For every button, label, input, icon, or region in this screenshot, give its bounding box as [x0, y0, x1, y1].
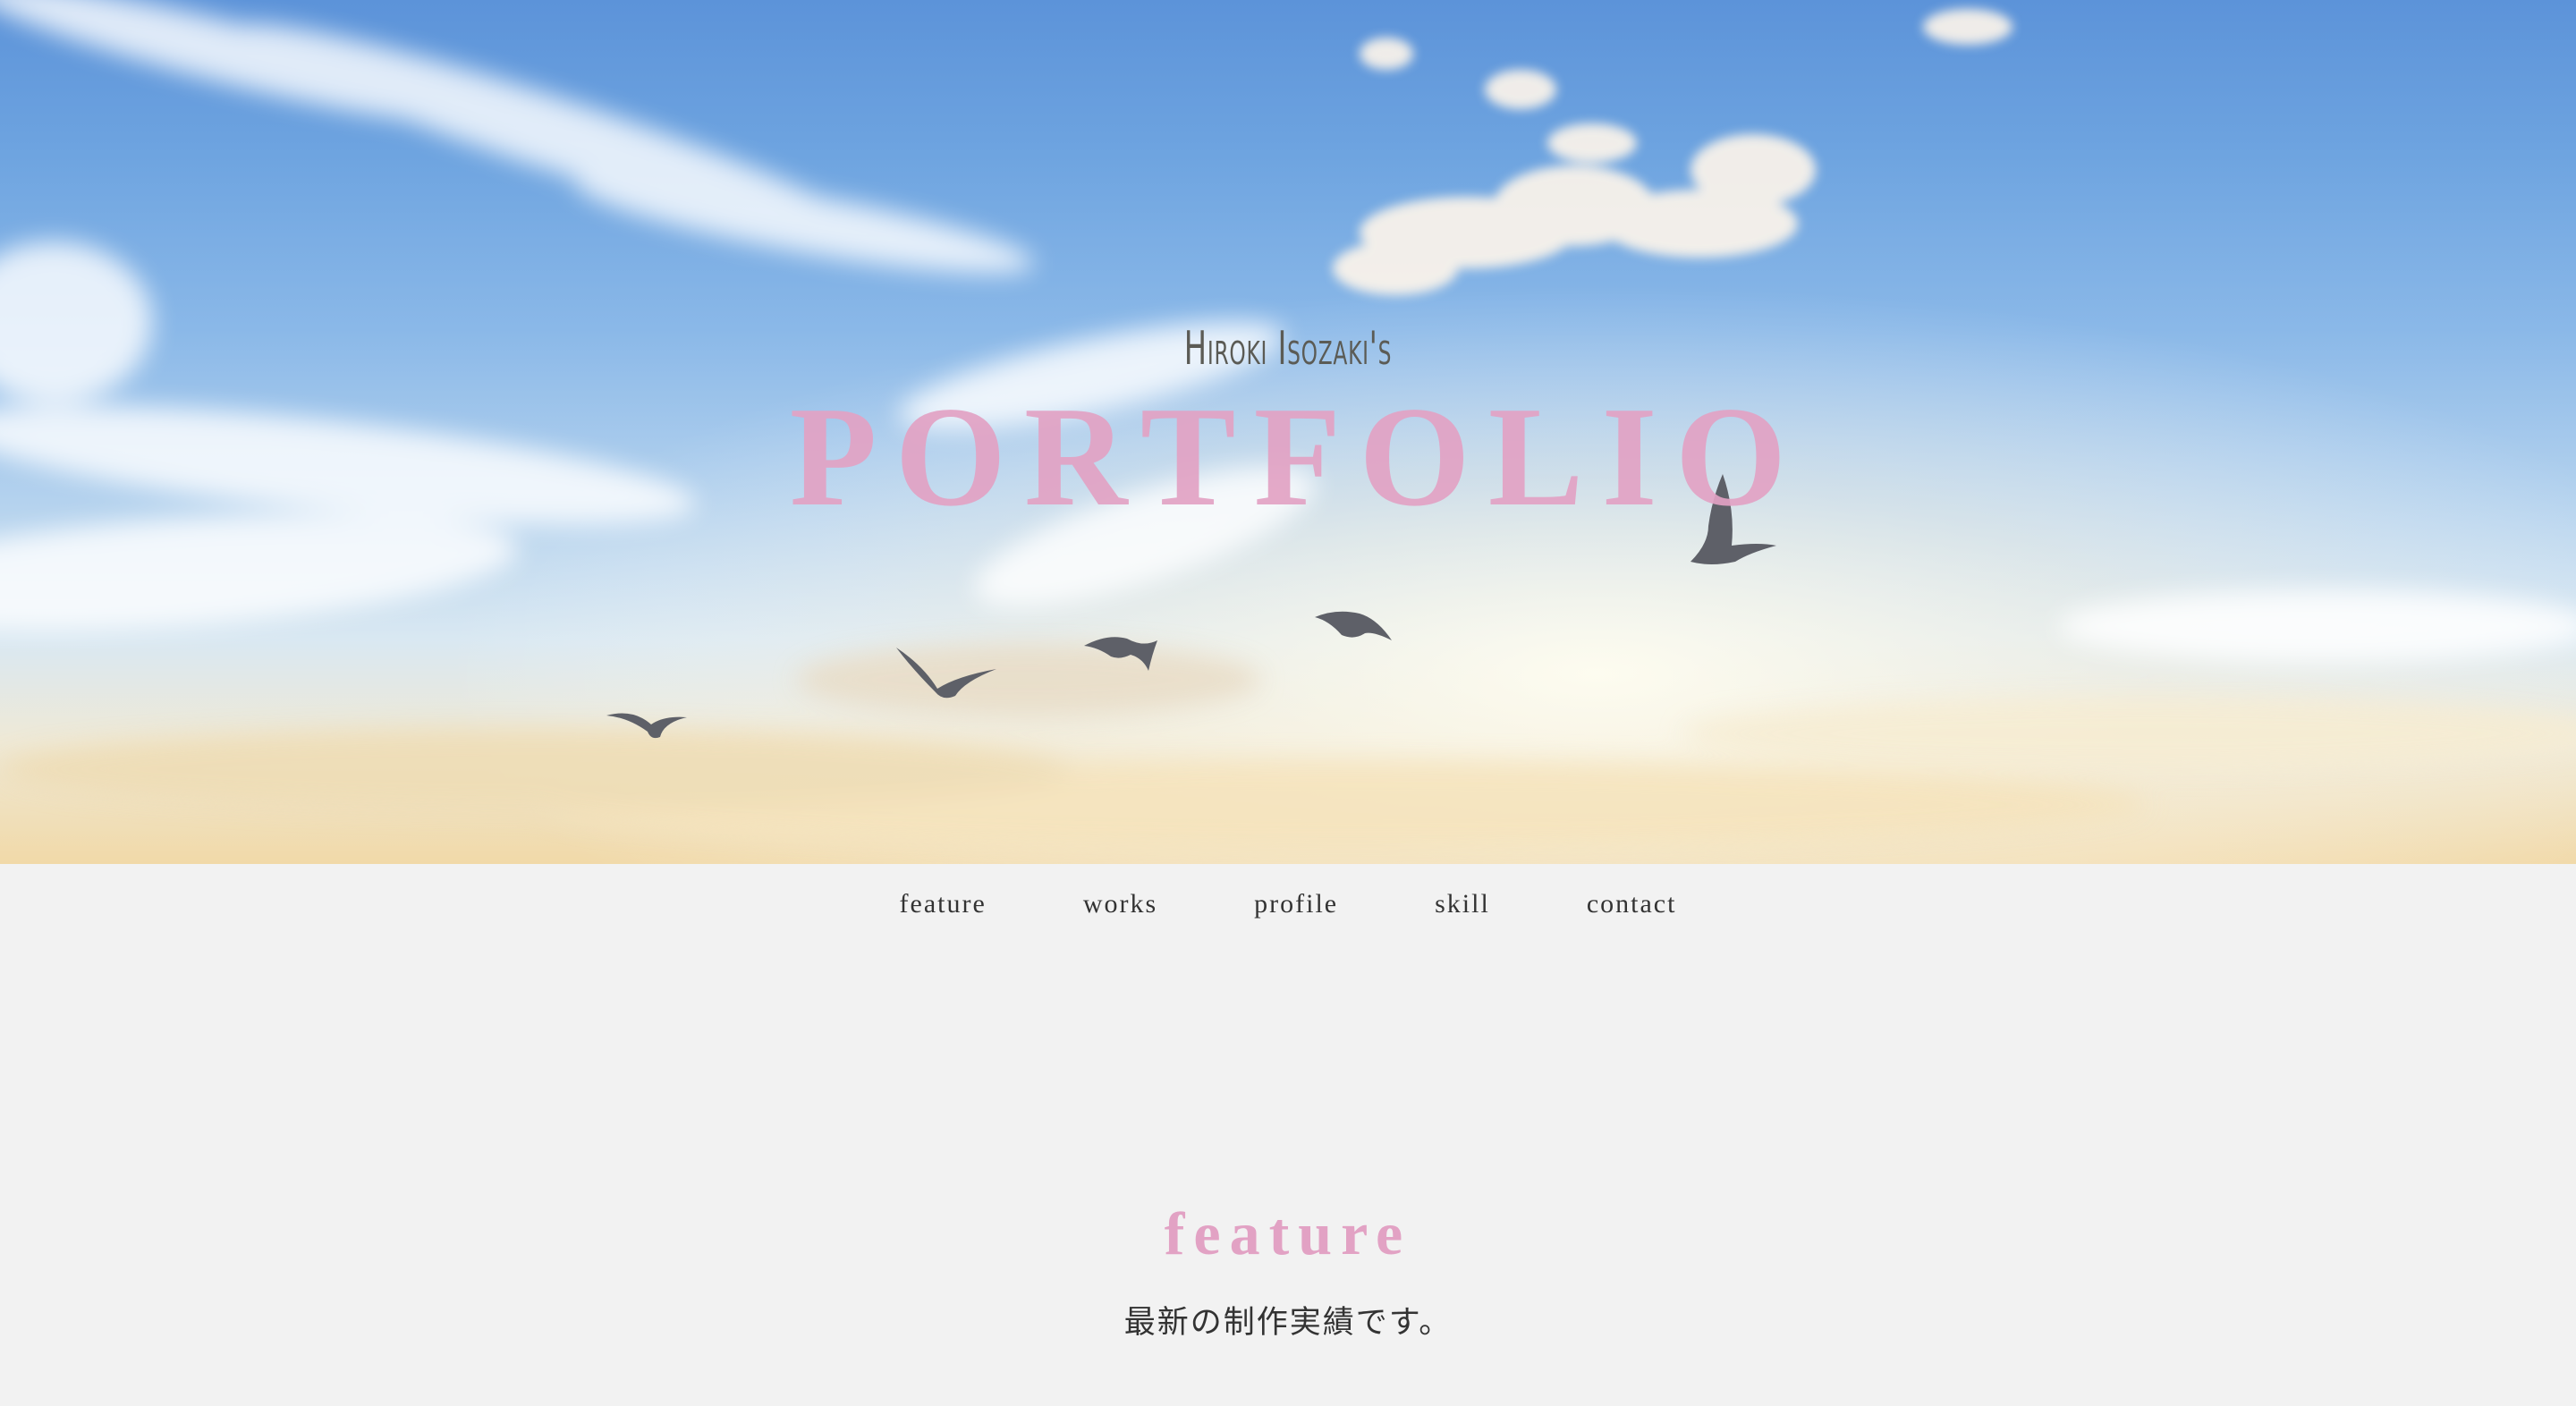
- section-title: feature: [1164, 1199, 1412, 1267]
- section-description: 最新の制作実績です。: [1123, 1305, 1453, 1341]
- nav-item-profile[interactable]: profile: [1254, 889, 1338, 919]
- hero-title: PORTFOLIO: [789, 377, 1805, 536]
- nav-item-contact[interactable]: contact: [1587, 889, 1677, 919]
- nav-item-works[interactable]: works: [1083, 889, 1157, 919]
- nav-item-skill[interactable]: skill: [1435, 889, 1490, 919]
- hero-banner: Hiroki Isozaki's PORTFOLIO: [0, 0, 2576, 864]
- hero-subtitle: Hiroki Isozaki's: [1183, 322, 1393, 376]
- main-nav: feature works profile skill contact: [0, 864, 2576, 944]
- nav-item-feature[interactable]: feature: [900, 889, 987, 919]
